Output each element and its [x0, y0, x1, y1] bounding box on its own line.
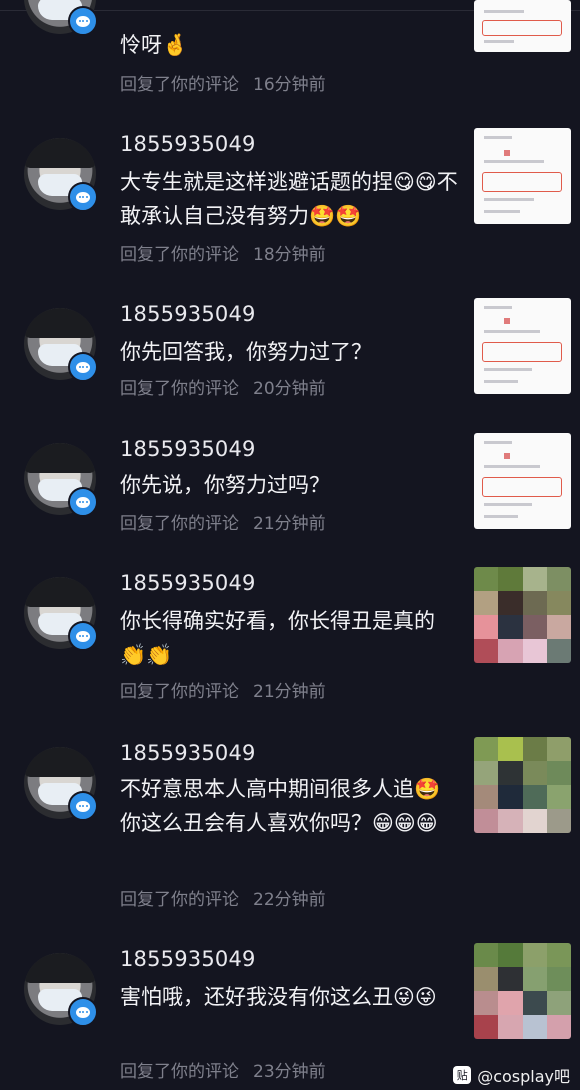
comment-meta: 回复了你的评论 21分钟前: [120, 509, 326, 534]
post-thumbnail[interactable]: [474, 298, 571, 394]
comment-badge-icon: [68, 6, 98, 36]
action-label: 回复了你的评论: [120, 379, 239, 399]
comment-meta: 回复了你的评论 16分钟前: [120, 70, 326, 95]
notification-item[interactable]: 1855935049 大专生就是这样逃避话题的捏😋😋不敢承认自己没有努力🤩🤩 回…: [0, 128, 580, 278]
comment-text: 不好意思本人高中期间很多人追🤩你这么丑会有人喜欢你吗？😁😁😁: [120, 777, 441, 835]
comment-text: 害怕哦，还好我没有你这么丑😜😜: [120, 985, 437, 1009]
comment-meta: 回复了你的评论 18分钟前: [120, 240, 326, 265]
notification-item[interactable]: 1855935049 不好意思本人高中期间很多人追🤩你这么丑会有人喜欢你吗？😁😁…: [0, 737, 580, 922]
watermark: 贴 @cosplay吧: [453, 1063, 570, 1087]
post-thumbnail[interactable]: [474, 128, 571, 224]
timestamp: 22分钟前: [253, 890, 326, 910]
post-thumbnail[interactable]: [474, 433, 571, 529]
timestamp: 20分钟前: [253, 379, 326, 399]
post-thumbnail[interactable]: [474, 567, 571, 663]
username[interactable]: 1855935049: [120, 571, 256, 595]
timestamp: 16分钟前: [253, 75, 326, 95]
timestamp: 21分钟前: [253, 682, 326, 702]
watermark-text: @cosplay吧: [477, 1067, 570, 1086]
tieba-paw-icon: 贴: [453, 1066, 472, 1084]
username[interactable]: 1855935049: [120, 437, 256, 461]
notification-item[interactable]: 1855935049 害怕哦，还好我没有你这么丑😜😜 回复了你的评论 23分钟前: [0, 943, 580, 1083]
action-label: 回复了你的评论: [120, 245, 239, 265]
comment-badge-icon: [68, 352, 98, 382]
comment-text: 大专生就是这样逃避话题的捏😋😋不敢承认自己没有努力🤩🤩: [120, 170, 458, 228]
comment-badge-icon: [68, 621, 98, 651]
comment-badge-icon: [68, 997, 98, 1027]
username[interactable]: 1855935049: [120, 302, 256, 326]
post-thumbnail[interactable]: [474, 943, 571, 1039]
timestamp: 23分钟前: [253, 1062, 326, 1082]
username[interactable]: 1855935049: [120, 132, 256, 156]
username[interactable]: 1855935049: [120, 947, 256, 971]
comment-meta: 回复了你的评论 22分钟前: [120, 885, 326, 910]
comment-badge-icon: [68, 182, 98, 212]
action-label: 回复了你的评论: [120, 514, 239, 534]
comment-text: 怜呀🤞: [120, 33, 189, 57]
comment-meta: 回复了你的评论 23分钟前: [120, 1057, 326, 1082]
timestamp: 18分钟前: [253, 245, 326, 265]
notification-item[interactable]: 1855935049 你先回答我，你努力过了？ 回复了你的评论 20分钟前: [0, 298, 580, 408]
comment-text: 你先回答我，你努力过了？: [120, 340, 372, 364]
comment-meta: 回复了你的评论 20分钟前: [120, 374, 326, 399]
comment-text: 你先说，你努力过吗？: [120, 473, 330, 497]
notification-item[interactable]: 1855935049 你先说，你努力过吗？ 回复了你的评论 21分钟前: [0, 433, 580, 543]
timestamp: 21分钟前: [253, 514, 326, 534]
comment-text: 你长得确实好看，你长得丑是真的👏👏: [120, 609, 435, 667]
comment-badge-icon: [68, 487, 98, 517]
notification-item[interactable]: 怜呀🤞 回复了你的评论 16分钟前: [0, 0, 580, 100]
post-thumbnail[interactable]: [474, 737, 571, 833]
action-label: 回复了你的评论: [120, 890, 239, 910]
comment-meta: 回复了你的评论 21分钟前: [120, 677, 326, 702]
username[interactable]: 1855935049: [120, 741, 256, 765]
action-label: 回复了你的评论: [120, 1062, 239, 1082]
action-label: 回复了你的评论: [120, 75, 239, 95]
notification-item[interactable]: 1855935049 你长得确实好看，你长得丑是真的👏👏 回复了你的评论 21分钟…: [0, 567, 580, 717]
comment-badge-icon: [68, 791, 98, 821]
action-label: 回复了你的评论: [120, 682, 239, 702]
post-thumbnail[interactable]: [474, 0, 571, 52]
